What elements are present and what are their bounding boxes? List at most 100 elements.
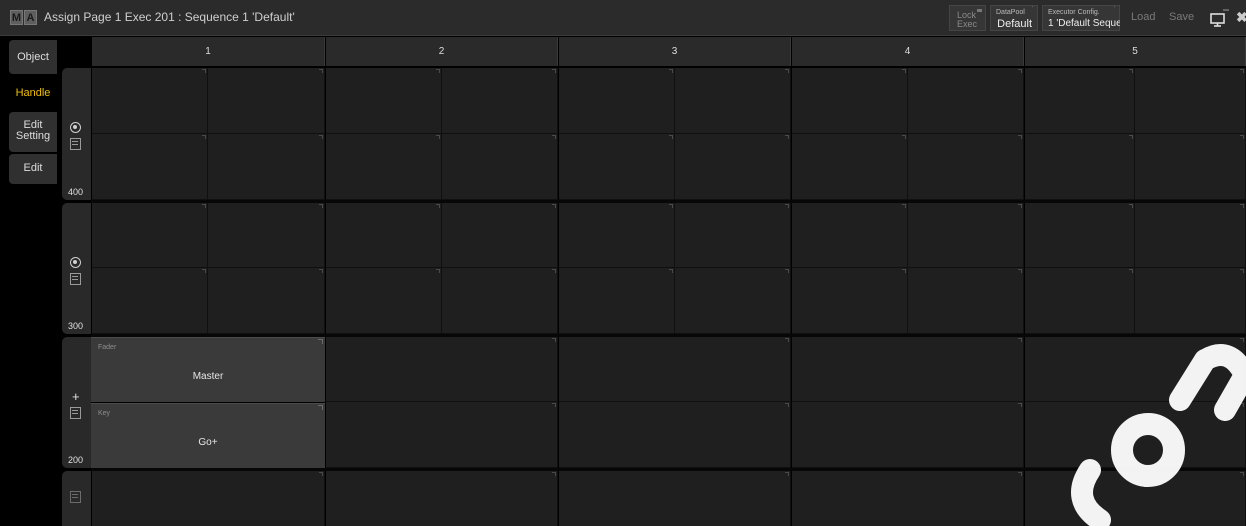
column-header-2[interactable]: 2 xyxy=(326,37,558,66)
row-header-200[interactable]: + 200 xyxy=(62,337,91,468)
column-header-3[interactable]: 3 xyxy=(559,37,791,66)
lock-exec-button[interactable]: Lock Exec xyxy=(949,5,986,31)
key-caption: Key xyxy=(98,410,111,417)
grid-cell[interactable] xyxy=(442,203,558,268)
tab-edit[interactable]: Edit xyxy=(9,154,57,184)
watermark-graphic xyxy=(1071,344,1246,526)
grid-cell[interactable] xyxy=(559,68,675,134)
grid-cell[interactable] xyxy=(442,268,558,334)
grid-cell[interactable] xyxy=(1025,203,1135,268)
key-value: Go+ xyxy=(198,437,218,448)
grid-cell[interactable] xyxy=(92,268,208,334)
tab-object[interactable]: Object xyxy=(9,40,57,74)
fader-value: Master xyxy=(192,371,224,382)
datapool-caption: DataPool xyxy=(996,9,1025,16)
grid-cell[interactable] xyxy=(1025,68,1135,134)
grid-cell[interactable] xyxy=(208,268,325,334)
grid-cell[interactable] xyxy=(92,134,208,200)
config-icon xyxy=(70,491,81,503)
lock-indicator xyxy=(977,9,982,12)
grid-cell[interactable] xyxy=(442,68,558,134)
logo-letter-a: A xyxy=(24,10,37,25)
grid-cell[interactable] xyxy=(92,68,208,134)
grid-cell[interactable] xyxy=(559,203,675,268)
tab-edit-setting[interactable]: Edit Setting xyxy=(9,112,57,152)
grid-cell[interactable] xyxy=(559,268,675,334)
config-icon xyxy=(70,138,81,150)
grid-cell[interactable] xyxy=(792,402,1024,468)
grid-cell[interactable] xyxy=(326,337,558,402)
column-header-4[interactable]: 4 xyxy=(792,37,1024,66)
grid-cell[interactable] xyxy=(1135,268,1246,334)
column-header-5[interactable]: 5 xyxy=(1025,37,1246,66)
radio-icon xyxy=(70,122,81,133)
grid-cell[interactable] xyxy=(675,203,791,268)
row-header-100[interactable] xyxy=(62,471,91,526)
datapool-value: Default xyxy=(997,18,1032,30)
key-assignment-cell[interactable]: Key Go+ xyxy=(91,403,325,468)
executor-config-value: 1 'Default Sequenc xyxy=(1048,18,1120,29)
fader-icon: + xyxy=(72,389,80,404)
grid-cell[interactable] xyxy=(792,268,908,334)
grid-cell[interactable] xyxy=(675,68,791,134)
row-header-300[interactable]: 300 xyxy=(62,203,91,334)
grid-cell[interactable] xyxy=(1025,268,1135,334)
grid-cell[interactable] xyxy=(442,134,558,200)
grid-cell[interactable] xyxy=(208,68,325,134)
grid-cell[interactable] xyxy=(92,203,208,268)
grid-cell[interactable] xyxy=(559,402,791,468)
fader-caption: Fader xyxy=(98,344,117,351)
grid-cell[interactable] xyxy=(908,68,1024,134)
title-bar: M A Assign Page 1 Exec 201 : Sequence 1 … xyxy=(0,0,1246,36)
exec-label: Exec xyxy=(957,19,978,29)
radio-icon xyxy=(70,257,81,268)
fader-assignment-cell[interactable]: Fader Master xyxy=(91,337,325,402)
grid-cell[interactable] xyxy=(792,134,908,200)
grid-cell[interactable] xyxy=(326,268,442,334)
grid-cell[interactable] xyxy=(792,68,908,134)
grid-cell[interactable] xyxy=(1135,68,1246,134)
dropdown-corner-icon: ˙ xyxy=(1113,7,1116,14)
grid-cell[interactable] xyxy=(675,268,791,334)
grid-cell[interactable] xyxy=(559,471,791,526)
grid-cell[interactable] xyxy=(1025,134,1135,200)
tab-edit-setting-line2: Setting xyxy=(15,130,51,142)
grid-cell[interactable] xyxy=(908,203,1024,268)
row-header-400[interactable]: 400 xyxy=(62,68,91,200)
grid-cell[interactable] xyxy=(92,471,325,526)
grid-cell[interactable] xyxy=(559,337,791,402)
window-title: Assign Page 1 Exec 201 : Sequence 1 'Def… xyxy=(44,10,295,24)
grid-cell[interactable] xyxy=(908,268,1024,334)
row-label: 300 xyxy=(68,321,84,331)
logo-letter-m: M xyxy=(10,10,23,25)
config-icon xyxy=(70,273,81,285)
grid-cell[interactable] xyxy=(1135,203,1246,268)
tab-handle[interactable]: Handle xyxy=(9,78,57,108)
grid-cell[interactable] xyxy=(675,134,791,200)
ma-logo: M A xyxy=(10,10,37,25)
grid-cell[interactable] xyxy=(1135,134,1246,200)
grid-cell[interactable] xyxy=(326,402,558,468)
grid-cell[interactable] xyxy=(326,203,442,268)
grid-cell[interactable] xyxy=(208,134,325,200)
row-label: 400 xyxy=(68,187,84,197)
column-header-1[interactable]: 1 xyxy=(92,37,325,66)
close-icon[interactable]: ✖ xyxy=(1236,9,1246,26)
save-button[interactable]: Save xyxy=(1169,11,1194,23)
grid-cell[interactable] xyxy=(326,471,558,526)
executor-config-button[interactable]: ˙ Executor Config. 1 'Default Sequenc xyxy=(1042,5,1120,31)
load-button[interactable]: Load xyxy=(1131,11,1155,23)
grid-cell[interactable] xyxy=(326,134,442,200)
datapool-button[interactable]: ˙ DataPool Default xyxy=(990,5,1038,31)
grid-cell[interactable] xyxy=(326,68,442,134)
grid-cell[interactable] xyxy=(792,203,908,268)
row-label: 200 xyxy=(68,455,84,465)
grid-cell[interactable] xyxy=(559,134,675,200)
dropdown-corner-icon: ˙ xyxy=(1031,7,1034,14)
grid-cell[interactable] xyxy=(208,203,325,268)
screen-icon[interactable] xyxy=(1207,8,1229,30)
grid-cell[interactable] xyxy=(792,471,1024,526)
grid-cell[interactable] xyxy=(792,337,1024,402)
config-icon xyxy=(70,407,81,419)
grid-cell[interactable] xyxy=(908,134,1024,200)
